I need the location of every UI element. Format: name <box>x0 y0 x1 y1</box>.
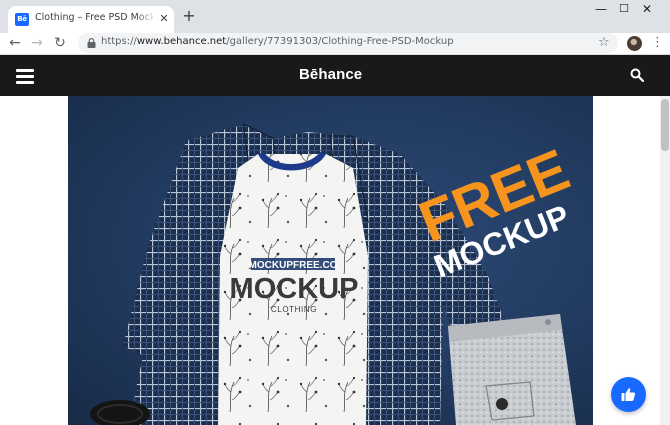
project-content: MOCKUPFREE.CO MOCKUP CLOTHING FREE MOCKU… <box>0 96 660 425</box>
appreciate-button[interactable] <box>611 377 646 412</box>
browser-tab[interactable]: Bē Clothing – Free PSD Mockup on Behance… <box>8 6 174 33</box>
url-host: www.behance.net <box>136 36 227 47</box>
site-header: Bēhance <box>0 55 670 96</box>
new-tab-button[interactable]: + <box>180 7 198 25</box>
address-bar[interactable]: https://www.behance.net/gallery/77391303… <box>78 33 618 53</box>
tab-close-icon[interactable]: ✕ <box>158 12 170 26</box>
mockupfree-brand-mark: MOCKUPFREE.CO <box>249 260 338 271</box>
shirt-clothing-subtitle: CLOTHING <box>271 305 317 314</box>
mockup-artwork: MOCKUPFREE.CO MOCKUP CLOTHING FREE MOCKU… <box>90 123 578 425</box>
browser-menu-icon[interactable]: ⋮ <box>651 34 664 52</box>
reload-button[interactable]: ↻ <box>51 34 69 52</box>
behance-favicon-icon: Bē <box>15 13 29 26</box>
back-button[interactable]: ← <box>6 34 24 52</box>
url-scheme: https:// <box>101 36 137 47</box>
page-scrollbar[interactable] <box>660 96 670 425</box>
behance-logo[interactable]: Bēhance <box>299 66 362 83</box>
project-hero-image: MOCKUPFREE.CO MOCKUP CLOTHING FREE MOCKU… <box>68 96 593 425</box>
hamburger-icon[interactable] <box>16 69 34 84</box>
scrollbar-thumb[interactable] <box>661 99 669 151</box>
shirt-mockup-title: MOCKUP <box>230 273 359 305</box>
forward-button[interactable]: → <box>28 34 46 52</box>
thumbs-up-icon <box>621 388 636 401</box>
address-url: https://www.behance.net/gallery/77391303… <box>101 36 454 47</box>
search-icon[interactable] <box>630 68 644 82</box>
lock-icon <box>87 38 96 48</box>
browser-toolbar: ← → ↻ https://www.behance.net/gallery/77… <box>0 33 670 55</box>
close-window-button[interactable]: ✕ <box>624 0 670 20</box>
url-path: /gallery/77391303/Clothing-Free-PSD-Mock… <box>226 36 454 47</box>
tab-title-fade <box>136 10 156 28</box>
profile-avatar[interactable] <box>627 36 642 51</box>
bookmark-star-icon[interactable]: ☆ <box>598 34 610 52</box>
browser-tab-strip: Bē Clothing – Free PSD Mockup on Behance… <box>0 0 670 33</box>
